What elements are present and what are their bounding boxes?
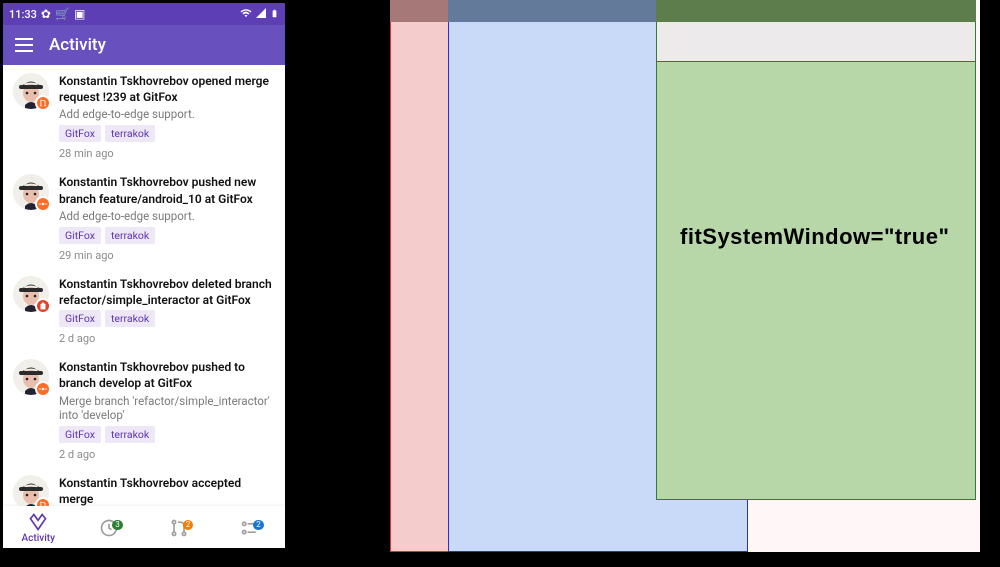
feed-item-tags: GitFoxterrakok xyxy=(59,310,275,327)
signal-icon xyxy=(255,7,267,21)
nav-mr[interactable]: 2 xyxy=(144,518,215,538)
event-badge-icon xyxy=(35,95,51,111)
feed-item-body: Konstantin Tskhovrebov pushed to branch … xyxy=(59,359,275,460)
feed-item-title: Konstantin Tskhovrebov deleted branch re… xyxy=(59,276,275,308)
feed-item-desc: Merge branch 'refactor/simple_interactor… xyxy=(59,394,275,422)
feed-item-title: Konstantin Tskhovrebov pushed new branch… xyxy=(59,174,275,206)
feed-item[interactable]: Konstantin Tskhovrebov pushed to branch … xyxy=(3,351,285,466)
feed-item-tags: GitFoxterrakok xyxy=(59,227,275,244)
nav-activity-label: Activity xyxy=(22,533,55,544)
feed-item[interactable]: Konstantin Tskhovrebov accepted merge xyxy=(3,467,285,507)
nav-pipeline[interactable]: 2 xyxy=(215,518,286,538)
feed-item-time: 28 min ago xyxy=(59,145,275,160)
nav-pipeline-badge: 2 xyxy=(253,520,264,530)
status-time: 11:33 xyxy=(9,8,37,21)
feed-item-title: Konstantin Tskhovrebov accepted merge xyxy=(59,475,275,507)
diagram-green-statusbar xyxy=(656,0,976,22)
diagram-green-toolbar xyxy=(656,22,976,62)
tag[interactable]: terrakok xyxy=(105,310,155,327)
diagram-label: fitSystemWindow="true" xyxy=(680,224,949,250)
wifi-icon xyxy=(240,7,252,21)
avatar[interactable] xyxy=(13,276,49,312)
tag[interactable]: terrakok xyxy=(105,426,155,443)
feed-item-tags: GitFoxterrakok xyxy=(59,426,275,443)
feed-item-title: Konstantin Tskhovrebov pushed to branch … xyxy=(59,359,275,391)
event-badge-icon xyxy=(35,298,51,314)
feed-item-desc: Add edge-to-edge support. xyxy=(59,209,275,223)
feed-item[interactable]: Konstantin Tskhovrebov opened merge requ… xyxy=(3,65,285,166)
avatar[interactable] xyxy=(13,174,49,210)
feed-item-body: Konstantin Tskhovrebov pushed new branch… xyxy=(59,174,275,261)
cart-icon: 🛒 xyxy=(55,8,70,20)
toolbar: Activity xyxy=(3,25,285,65)
tag[interactable]: terrakok xyxy=(105,125,155,142)
diagram-layer-red xyxy=(390,0,450,552)
tag[interactable]: GitFox xyxy=(59,310,101,327)
fox-icon xyxy=(28,512,48,532)
feed-item[interactable]: Konstantin Tskhovrebov pushed new branch… xyxy=(3,166,285,267)
feed-item-time: 2 d ago xyxy=(59,446,275,461)
feed-list[interactable]: Konstantin Tskhovrebov opened merge requ… xyxy=(3,65,285,506)
feed-item-tags: GitFoxterrakok xyxy=(59,125,275,142)
diagram-red-statusbar xyxy=(390,0,450,22)
nav-todo[interactable]: 3 xyxy=(74,518,145,538)
gear-icon: ✿ xyxy=(41,8,51,20)
phone-frame: 11:33 ✿ 🛒 ▣ Activity xyxy=(3,3,285,548)
avatar[interactable] xyxy=(13,475,49,507)
event-badge-icon xyxy=(35,196,51,212)
tag[interactable]: GitFox xyxy=(59,426,101,443)
feed-item-title: Konstantin Tskhovrebov opened merge requ… xyxy=(59,73,275,105)
diagram: fitSystemWindow="true" xyxy=(390,0,980,552)
avatar[interactable] xyxy=(13,359,49,395)
event-badge-icon xyxy=(35,381,51,397)
event-badge-icon xyxy=(35,497,51,507)
status-bar: 11:33 ✿ 🛒 ▣ xyxy=(3,3,285,25)
stop-icon: ▣ xyxy=(74,8,85,20)
nav-todo-badge: 3 xyxy=(112,520,123,530)
tag[interactable]: GitFox xyxy=(59,227,101,244)
tag[interactable]: GitFox xyxy=(59,125,101,142)
diagram-layer-green xyxy=(656,0,976,500)
nav-mr-badge: 2 xyxy=(183,520,194,530)
nav-activity[interactable]: Activity xyxy=(3,512,74,544)
menu-button[interactable] xyxy=(15,38,33,52)
bottom-nav: Activity 3 2 2 xyxy=(3,506,285,548)
battery-icon xyxy=(270,7,279,22)
feed-item-time: 29 min ago xyxy=(59,247,275,262)
feed-item-body: Konstantin Tskhovrebov opened merge requ… xyxy=(59,73,275,160)
tag[interactable]: terrakok xyxy=(105,227,155,244)
feed-item-desc: Add edge-to-edge support. xyxy=(59,107,275,121)
page-title: Activity xyxy=(49,35,106,55)
avatar[interactable] xyxy=(13,73,49,109)
feed-item[interactable]: Konstantin Tskhovrebov deleted branch re… xyxy=(3,268,285,351)
feed-item-body: Konstantin Tskhovrebov accepted merge xyxy=(59,475,275,507)
feed-item-body: Konstantin Tskhovrebov deleted branch re… xyxy=(59,276,275,345)
feed-item-time: 2 d ago xyxy=(59,330,275,345)
